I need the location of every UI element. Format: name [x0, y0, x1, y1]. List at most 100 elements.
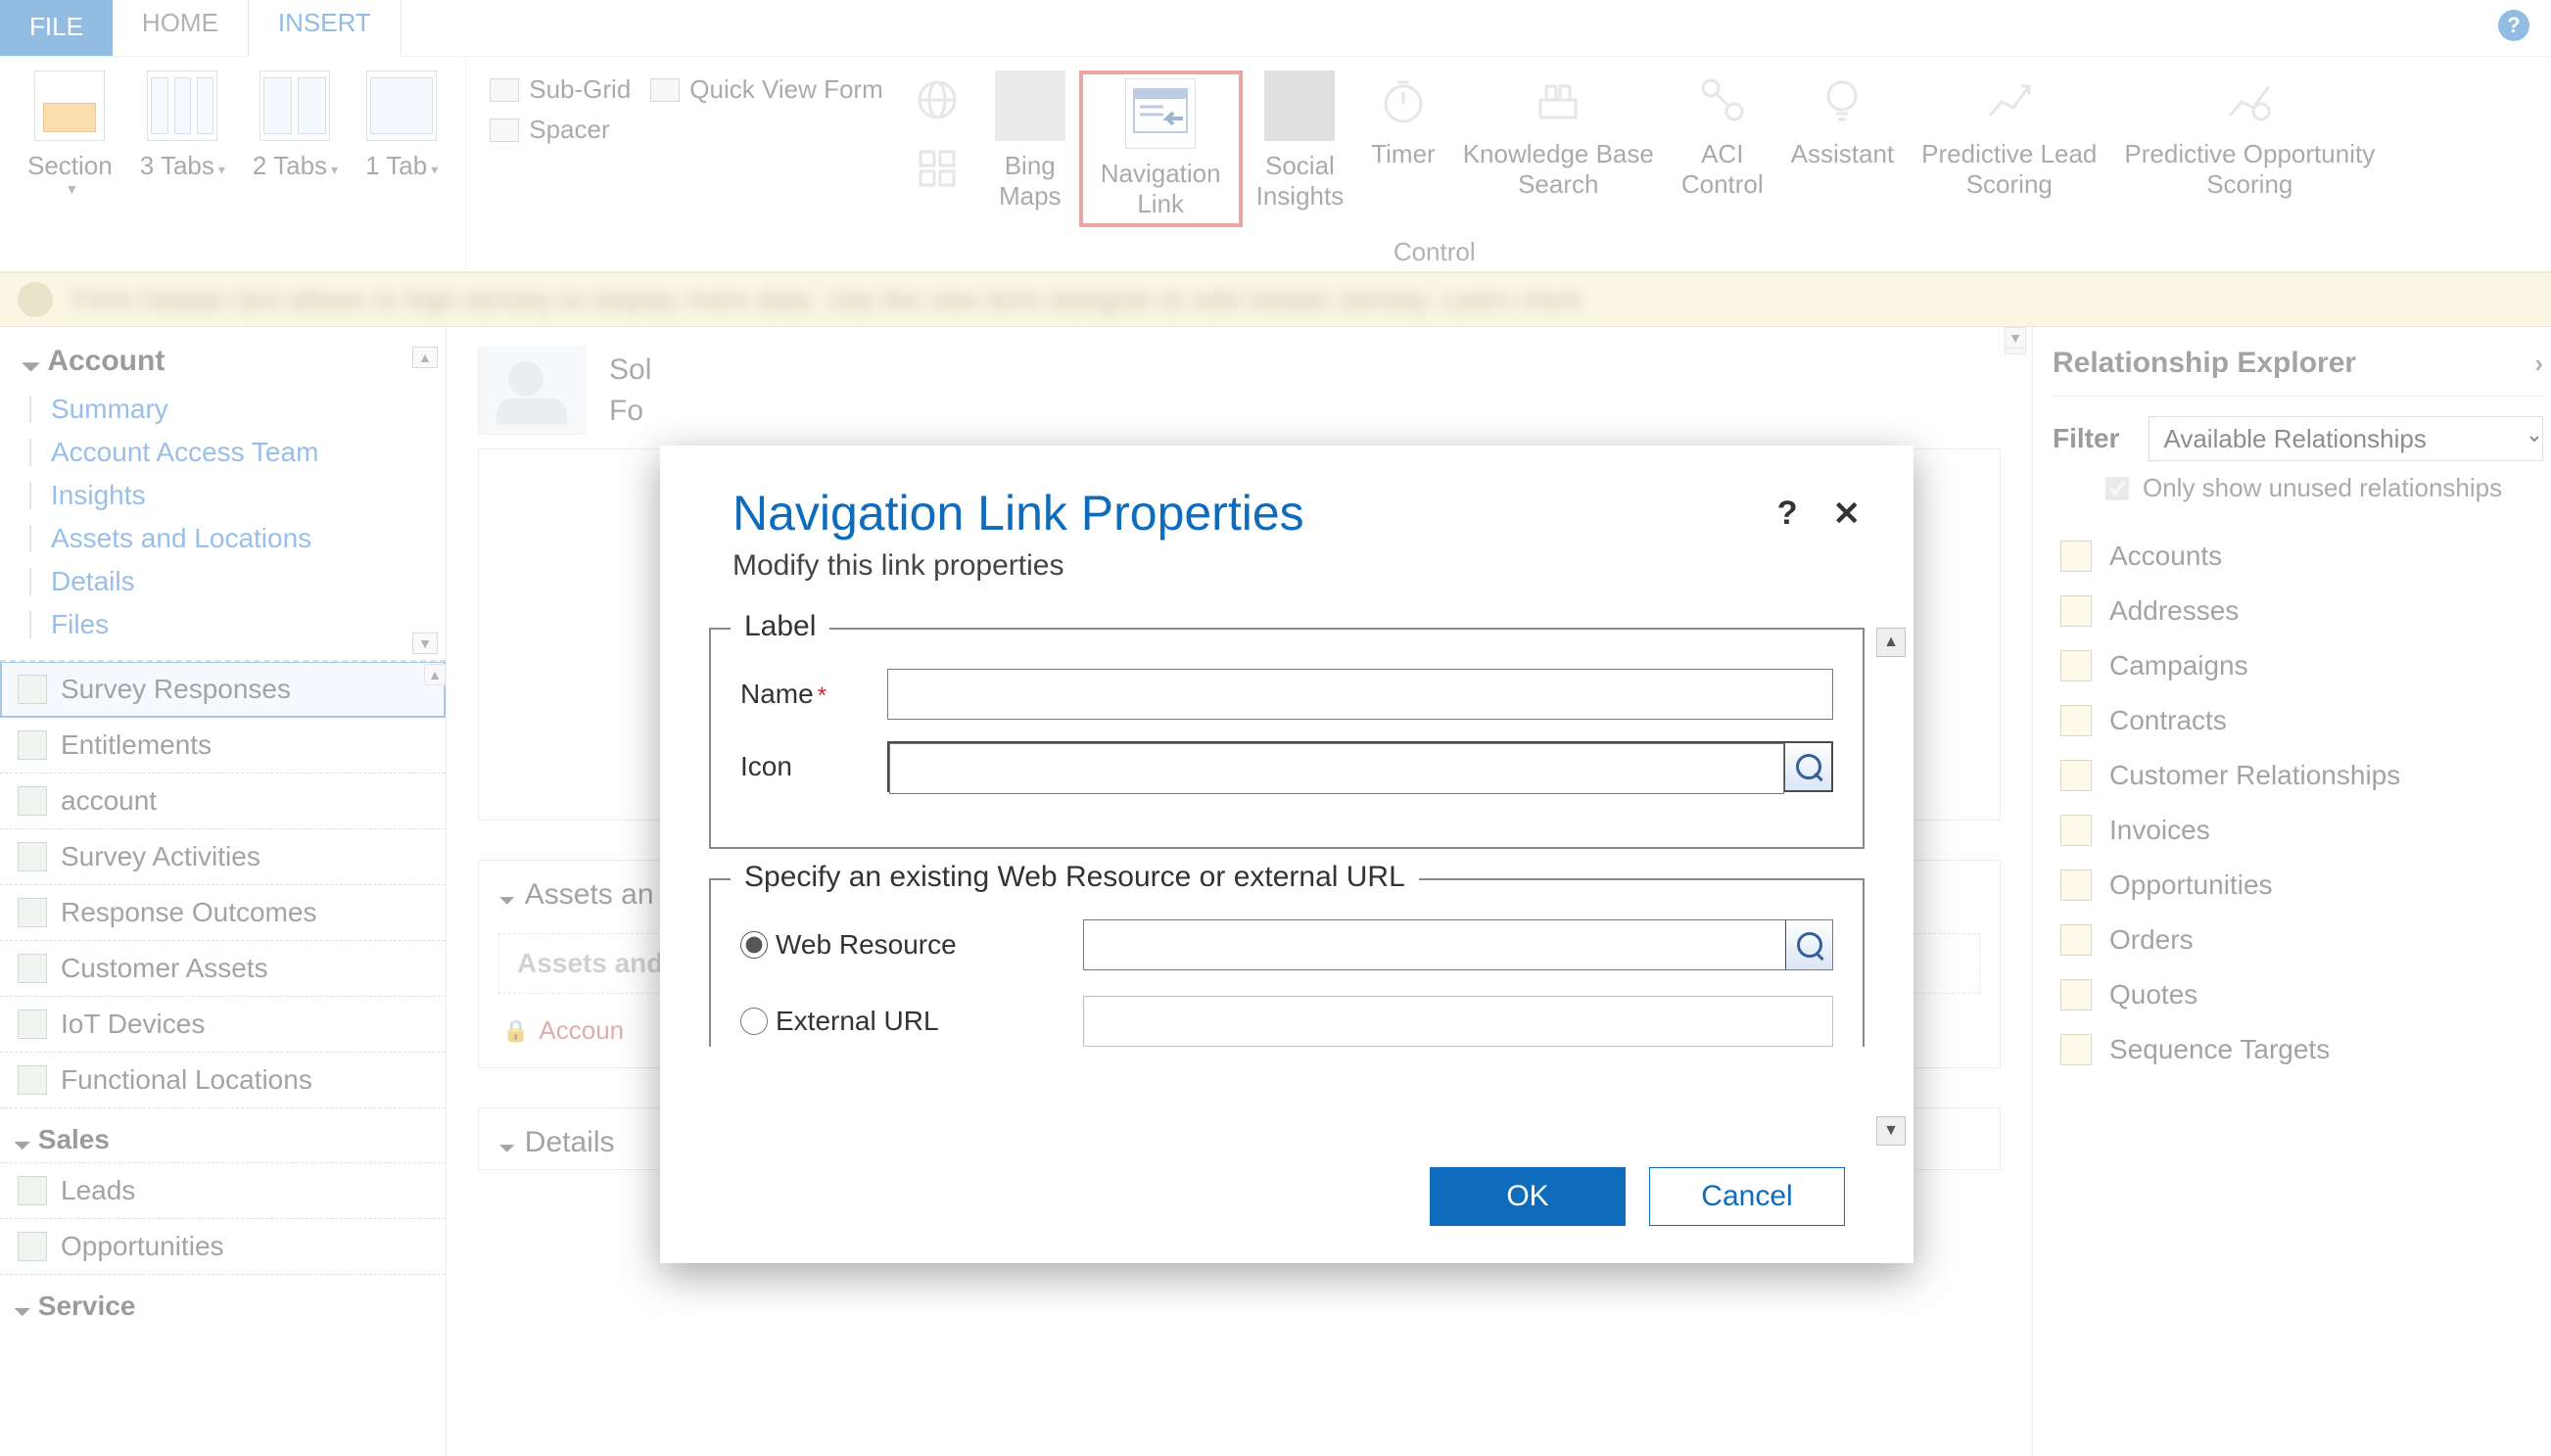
web-resource-radio[interactable]	[740, 931, 768, 959]
rel-item-campaigns[interactable]: Campaigns	[2053, 638, 2543, 693]
ribbon-3tabs-button[interactable]: 3 Tabs▾	[126, 70, 239, 181]
ribbon-spacer-button[interactable]: Spacer	[490, 115, 631, 145]
people-icon	[2060, 760, 2092, 791]
web-resource-input[interactable]	[1084, 920, 1785, 969]
rel-item-sequence[interactable]: Sequence Targets	[2053, 1022, 2543, 1077]
predictive-opp-icon	[2220, 70, 2279, 129]
nav-scroll-up[interactable]: ▲	[412, 347, 438, 368]
nav-item-opportunities[interactable]: Opportunities	[0, 1218, 446, 1275]
filter-select[interactable]: Available Relationships	[2149, 416, 2543, 461]
nav-item-functional-locations[interactable]: Functional Locations	[0, 1052, 446, 1108]
list-icon	[18, 842, 47, 871]
list-icon	[18, 1232, 47, 1261]
ribbon-globe-button[interactable]	[893, 70, 981, 208]
ribbon-timer-button[interactable]: Timer	[1357, 70, 1448, 169]
nav-link-summary[interactable]: Summary	[25, 388, 426, 431]
order-icon	[2060, 924, 2092, 956]
ribbon-assistant-button[interactable]: Assistant	[1777, 70, 1909, 169]
external-url-radio[interactable]	[740, 1008, 768, 1035]
list-icon	[18, 730, 47, 760]
nav-item-account[interactable]: account	[0, 773, 446, 829]
three-columns-icon	[147, 70, 217, 141]
nav-item-survey-activities[interactable]: Survey Activities	[0, 828, 446, 885]
ribbon-navlink-label: Navigation Link	[1101, 159, 1221, 219]
dialog-scroll-down[interactable]: ▼	[1876, 1116, 1906, 1146]
rel-item-customer-rel[interactable]: Customer Relationships	[2053, 748, 2543, 803]
external-url-input[interactable]	[1083, 996, 1833, 1047]
nav-item-leads[interactable]: Leads	[0, 1162, 446, 1219]
icon-input[interactable]	[889, 743, 1784, 794]
rel-item-accounts[interactable]: Accounts	[2053, 529, 2543, 584]
help-icon[interactable]: ?	[2498, 10, 2529, 41]
ribbon-aci-button[interactable]: ACI Control	[1668, 70, 1777, 200]
only-unused-label: Only show unused relationships	[2143, 473, 2502, 503]
nav-link-files[interactable]: Files	[25, 603, 426, 646]
quickview-icon	[650, 78, 680, 102]
nav-entity-header[interactable]: Account	[25, 345, 426, 378]
web-resource-lookup-button[interactable]	[1785, 920, 1832, 969]
subgrid-icon	[490, 78, 519, 102]
knowledge-icon	[1529, 70, 1587, 129]
tab-insert[interactable]: INSERT	[248, 0, 402, 57]
ribbon-kb-button[interactable]: Knowledge Base Search	[1449, 70, 1668, 200]
nav-group-sales[interactable]: Sales	[0, 1108, 446, 1163]
nav-item-entitlements[interactable]: Entitlements	[0, 717, 446, 774]
rel-item-contracts[interactable]: Contracts	[2053, 693, 2543, 748]
external-url-label: External URL	[776, 1006, 939, 1037]
navitems-scroll-up[interactable]: ▲	[424, 664, 446, 685]
rel-item-quotes[interactable]: Quotes	[2053, 967, 2543, 1022]
nav-link-insights[interactable]: Insights	[25, 474, 426, 517]
ribbon-2tabs-label: 2 Tabs▾	[253, 151, 338, 181]
canvas-scroll-down[interactable]: ▼	[2005, 327, 2026, 349]
ribbon-plead-label: Predictive Lead Scoring	[1921, 139, 2097, 200]
list-icon	[18, 786, 47, 816]
opportunity-icon	[2060, 869, 2092, 901]
nav-item-iot-devices[interactable]: IoT Devices	[0, 996, 446, 1053]
nav-item-response-outcomes[interactable]: Response Outcomes	[0, 884, 446, 941]
ribbon-timer-label: Timer	[1371, 139, 1435, 169]
nav-link-details[interactable]: Details	[25, 560, 426, 603]
expand-icon[interactable]: ›	[2534, 349, 2543, 379]
notification-bar: Form header text allows to high density …	[0, 272, 2551, 327]
sequence-icon	[2060, 1034, 2092, 1065]
ribbon-1tab-button[interactable]: 1 Tab▾	[352, 70, 451, 181]
ribbon-social-button[interactable]: Social Insights	[1243, 70, 1358, 211]
rel-item-orders[interactable]: Orders	[2053, 913, 2543, 967]
rel-item-addresses[interactable]: Addresses	[2053, 584, 2543, 638]
ribbon-plead-button[interactable]: Predictive Lead Scoring	[1908, 70, 2110, 200]
ribbon-subgrid-button[interactable]: Sub-Grid	[490, 74, 631, 105]
ribbon-2tabs-button[interactable]: 2 Tabs▾	[239, 70, 352, 181]
nav-group-service[interactable]: Service	[0, 1275, 446, 1330]
source-legend: Specify an existing Web Resource or exte…	[731, 861, 1419, 894]
nav-link-access-team[interactable]: Account Access Team	[25, 431, 426, 474]
nav-scroll-down[interactable]: ▼	[412, 633, 438, 654]
dialog-scroll-up[interactable]: ▲	[1876, 628, 1906, 657]
ribbon-navlink-button[interactable]: Navigation Link	[1087, 78, 1235, 219]
nav-item-survey-responses[interactable]: Survey Responses	[0, 661, 446, 718]
ribbon-quickview-button[interactable]: Quick View Form	[650, 74, 882, 105]
notification-text: Form header text allows to high density …	[72, 285, 1583, 315]
dialog-close-icon[interactable]: ✕	[1833, 494, 1862, 534]
ok-button[interactable]: OK	[1430, 1167, 1626, 1226]
only-unused-checkbox[interactable]	[2105, 477, 2129, 500]
nav-link-assets[interactable]: Assets and Locations	[25, 517, 426, 560]
rel-item-opportunities[interactable]: Opportunities	[2053, 858, 2543, 913]
list-icon	[18, 898, 47, 927]
ribbon-popp-button[interactable]: Predictive Opportunity Scoring	[2110, 70, 2388, 200]
cancel-button[interactable]: Cancel	[1649, 1167, 1845, 1226]
card-icon	[2060, 595, 2092, 627]
ribbon-social-label: Social Insights	[1256, 151, 1345, 211]
lock-icon: 🔒	[502, 1018, 529, 1044]
icon-lookup-button[interactable]	[1784, 743, 1831, 790]
ribbon-bingmaps-button[interactable]: Bing Maps	[981, 70, 1079, 211]
nav-item-customer-assets[interactable]: Customer Assets	[0, 940, 446, 997]
list-icon	[18, 1176, 47, 1205]
dialog-help-icon[interactable]: ?	[1777, 494, 1798, 534]
rel-item-invoices[interactable]: Invoices	[2053, 803, 2543, 858]
ribbon-section-button[interactable]: Section ▼	[14, 70, 126, 197]
tab-file[interactable]: FILE	[0, 0, 113, 56]
name-input[interactable]	[887, 669, 1833, 720]
list-icon	[18, 954, 47, 983]
tab-home[interactable]: HOME	[113, 0, 248, 56]
grid-icon	[908, 139, 967, 198]
